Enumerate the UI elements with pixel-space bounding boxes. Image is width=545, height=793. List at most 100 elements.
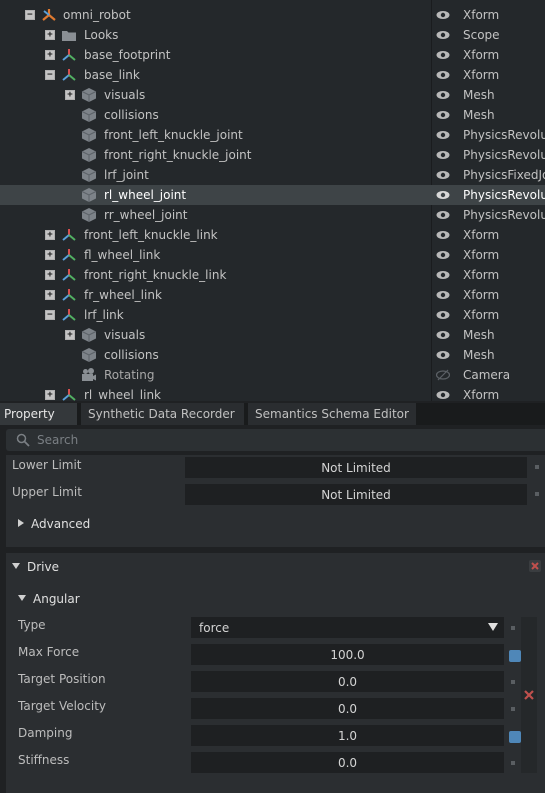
mesh-icon xyxy=(81,328,97,342)
eye-icon[interactable] xyxy=(436,329,450,341)
tab-synthetic-data-recorder[interactable]: Synthetic Data Recorder xyxy=(81,403,244,425)
eye-icon[interactable] xyxy=(436,49,450,61)
expand-toggle[interactable]: + xyxy=(45,270,55,280)
default-indicator[interactable] xyxy=(535,465,539,469)
eye-icon[interactable] xyxy=(436,289,450,301)
eye-icon[interactable] xyxy=(436,309,450,321)
tree-row-label: Rotating xyxy=(104,368,155,382)
tree-row-type: Scope xyxy=(463,28,500,42)
tree-row-front-right-knuckle-link[interactable]: + front_right_knuckle_link Xform xyxy=(0,265,545,285)
tree-row-front-right-knuckle-joint[interactable]: front_right_knuckle_joint PhysicsRevolut xyxy=(0,145,545,165)
eye-icon[interactable] xyxy=(436,189,450,201)
xform-icon xyxy=(62,69,76,81)
tree-row-collisions[interactable]: collisions Mesh xyxy=(0,105,545,125)
tree-row-looks[interactable]: + Looks Scope xyxy=(0,25,545,45)
tree-row-base-footprint[interactable]: + base_footprint Xform xyxy=(0,45,545,65)
isaac-sim-window: − omni_robot Xform + Looks Scope + base_… xyxy=(0,0,545,793)
target-position-field[interactable]: 0.0 xyxy=(191,671,504,692)
eye-icon[interactable] xyxy=(436,29,450,41)
tree-row-type: PhysicsRevolut xyxy=(463,148,545,162)
default-indicator[interactable] xyxy=(535,492,539,496)
eye-icon[interactable] xyxy=(436,89,450,101)
search-placeholder: Search xyxy=(37,433,79,447)
default-indicator[interactable] xyxy=(511,680,515,684)
tree-row-base-link[interactable]: − base_link Xform xyxy=(0,65,545,85)
tree-row-label: rr_wheel_joint xyxy=(104,208,188,222)
tree-row-lrf-link[interactable]: − lrf_link Xform xyxy=(0,305,545,325)
expand-toggle[interactable]: + xyxy=(45,50,55,60)
tree-row-front-left-knuckle-joint[interactable]: front_left_knuckle_joint PhysicsRevolut xyxy=(0,125,545,145)
collapse-toggle[interactable]: − xyxy=(45,310,55,320)
tree-row-label: visuals xyxy=(104,88,146,102)
eye-icon[interactable] xyxy=(436,129,450,141)
damping-field[interactable]: 1.0 xyxy=(191,725,504,746)
tree-row-fl-wheel-link[interactable]: + fl_wheel_link Xform xyxy=(0,245,545,265)
stiffness-field[interactable]: 0.0 xyxy=(191,752,504,773)
tree-row-rotating[interactable]: Rotating Camera xyxy=(0,365,545,385)
tree-row-rl-wheel-link[interactable]: + rl_wheel_link Xform xyxy=(0,385,545,401)
eye-hidden-icon[interactable] xyxy=(436,369,450,381)
expand-toggle[interactable]: + xyxy=(65,330,75,340)
remove-angular-icon[interactable] xyxy=(523,689,535,701)
stage-tree[interactable]: − omni_robot Xform + Looks Scope + base_… xyxy=(0,0,545,401)
tree-row-type: Mesh xyxy=(463,348,495,362)
expand-toggle[interactable]: + xyxy=(65,90,75,100)
xform-icon xyxy=(42,9,56,21)
tree-row-type: PhysicsRevolut xyxy=(463,188,545,202)
tree-row-label: rl_wheel_joint xyxy=(104,188,187,202)
tree-row-visuals[interactable]: + visuals Mesh xyxy=(0,85,545,105)
tree-row-collisions-2[interactable]: collisions Mesh xyxy=(0,345,545,365)
type-dropdown[interactable]: force xyxy=(191,617,504,638)
target-velocity-field[interactable]: 0.0 xyxy=(191,698,504,719)
tree-row-type: PhysicsRevolut xyxy=(463,208,545,222)
tree-row-label: omni_robot xyxy=(63,8,131,22)
tree-row-label: collisions xyxy=(104,108,159,122)
eye-icon[interactable] xyxy=(436,69,450,81)
tab-semantics-schema-editor[interactable]: Semantics Schema Editor xyxy=(248,403,416,425)
lower-limit-field[interactable]: Not Limited xyxy=(185,457,527,478)
modified-indicator[interactable] xyxy=(509,731,521,743)
xform-icon xyxy=(62,389,76,401)
eye-icon[interactable] xyxy=(436,169,450,181)
mesh-icon xyxy=(81,108,97,122)
eye-icon[interactable] xyxy=(436,389,450,401)
tree-row-rr-wheel-joint[interactable]: rr_wheel_joint PhysicsRevolut xyxy=(0,205,545,225)
default-indicator[interactable] xyxy=(511,626,515,630)
default-indicator[interactable] xyxy=(511,707,515,711)
tree-row-omni-robot[interactable]: − omni_robot Xform xyxy=(0,5,545,25)
eye-icon[interactable] xyxy=(436,269,450,281)
upper-limit-label: Upper Limit xyxy=(12,485,82,499)
tree-row-visuals-2[interactable]: + visuals Mesh xyxy=(0,325,545,345)
tree-row-lrf-joint[interactable]: lrf_joint PhysicsFixedJo xyxy=(0,165,545,185)
eye-icon[interactable] xyxy=(436,9,450,21)
expand-toggle[interactable]: + xyxy=(45,250,55,260)
tree-row-label: front_left_knuckle_link xyxy=(84,228,218,242)
tree-row-fr-wheel-link[interactable]: + fr_wheel_link Xform xyxy=(0,285,545,305)
type-value: force xyxy=(199,621,230,635)
eye-icon[interactable] xyxy=(436,209,450,221)
eye-icon[interactable] xyxy=(436,249,450,261)
remove-drive-icon[interactable] xyxy=(529,560,541,572)
search-input[interactable]: Search xyxy=(6,429,545,451)
modified-indicator[interactable] xyxy=(509,650,521,662)
tree-row-front-left-knuckle-link[interactable]: + front_left_knuckle_link Xform xyxy=(0,225,545,245)
eye-icon[interactable] xyxy=(436,349,450,361)
eye-icon[interactable] xyxy=(436,149,450,161)
eye-icon[interactable] xyxy=(436,109,450,121)
camera-icon xyxy=(82,368,96,381)
mesh-icon xyxy=(81,208,97,222)
collapse-toggle[interactable]: − xyxy=(25,10,35,20)
tree-row-label: fl_wheel_link xyxy=(84,248,161,262)
tree-row-label: fr_wheel_link xyxy=(84,288,162,302)
default-indicator[interactable] xyxy=(511,761,515,765)
expand-toggle[interactable]: + xyxy=(45,390,55,400)
upper-limit-field[interactable]: Not Limited xyxy=(185,484,527,505)
tab-property[interactable]: Property xyxy=(0,403,77,425)
expand-toggle[interactable]: + xyxy=(45,30,55,40)
tree-row-rl-wheel-joint[interactable]: rl_wheel_joint PhysicsRevolut xyxy=(0,185,545,205)
expand-toggle[interactable]: + xyxy=(45,290,55,300)
max-force-field[interactable]: 100.0 xyxy=(191,644,504,665)
eye-icon[interactable] xyxy=(436,229,450,241)
collapse-toggle[interactable]: − xyxy=(45,70,55,80)
expand-toggle[interactable]: + xyxy=(45,230,55,240)
